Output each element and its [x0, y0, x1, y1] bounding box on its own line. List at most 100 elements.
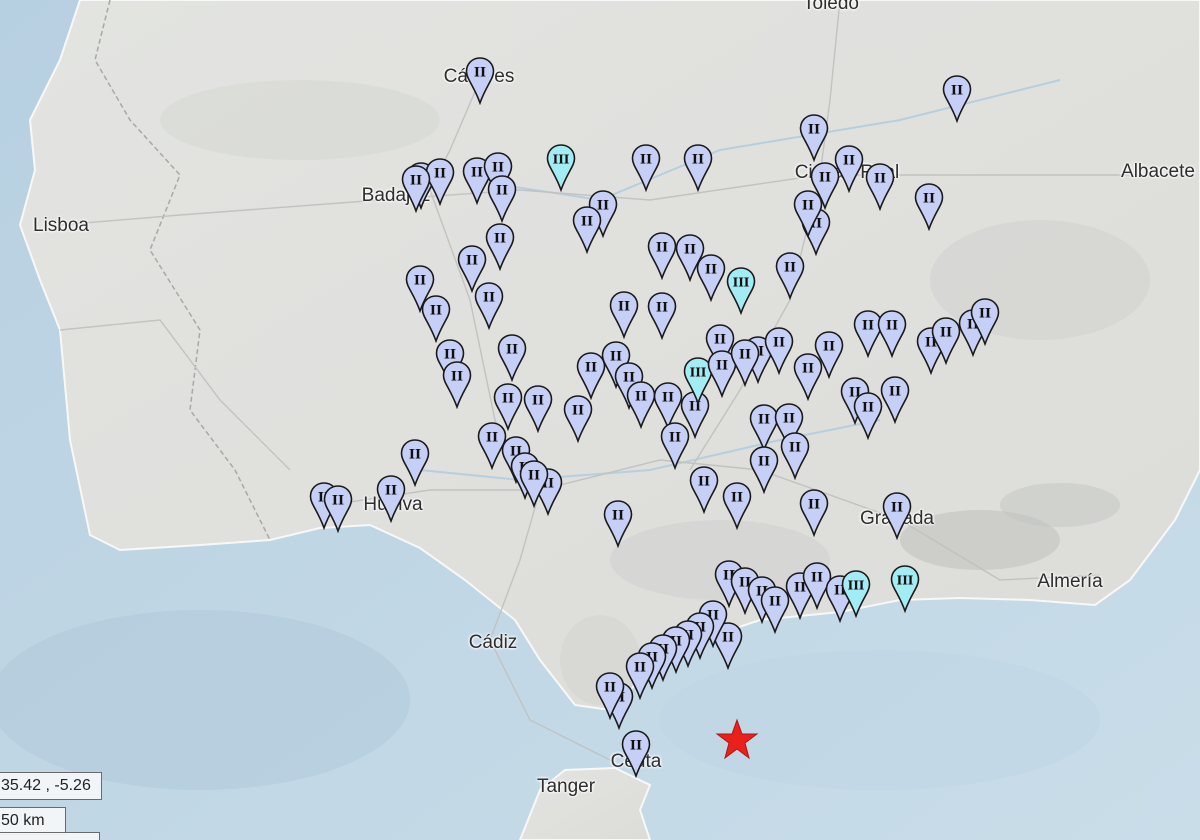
felt-report-marker-icon[interactable]: II [799, 489, 829, 537]
svg-text:II: II [572, 404, 584, 419]
felt-report-marker-icon[interactable]: II [647, 292, 677, 340]
city-label-albacete: Albacete [1121, 161, 1195, 182]
svg-text:II: II [640, 153, 652, 168]
felt-report-marker-icon[interactable]: II [519, 460, 549, 508]
felt-report-marker-icon[interactable]: II [485, 223, 515, 271]
felt-report-marker-icon[interactable]: II [660, 422, 690, 470]
svg-text:II: II [635, 390, 647, 405]
svg-text:III: III [848, 579, 865, 593]
felt-report-marker-icon[interactable]: II [442, 361, 472, 409]
scale-bar [0, 832, 100, 840]
svg-text:II: II [466, 254, 478, 269]
svg-text:II: II [669, 431, 681, 446]
felt-report-marker-icon[interactable]: II [487, 175, 517, 223]
felt-report-marker-icon[interactable]: II [683, 144, 713, 192]
felt-report-marker-icon[interactable]: II [696, 254, 726, 302]
svg-text:II: II [471, 166, 483, 181]
city-label-tanger: Tanger [536, 776, 596, 797]
felt-report-marker-icon[interactable]: II [914, 183, 944, 231]
epicenter-star-icon[interactable] [715, 718, 759, 762]
felt-report-marker-icon[interactable]: II [421, 295, 451, 343]
felt-report-marker-icon[interactable]: II [603, 500, 633, 548]
svg-text:II: II [808, 123, 820, 138]
svg-text:II: II [474, 66, 486, 81]
svg-text:II: II [789, 441, 801, 456]
svg-text:II: II [414, 274, 426, 289]
svg-text:II: II [862, 401, 874, 416]
macroseismic-map[interactable]: Toledo Cáceres Badajoz Lisboa Ciudad Rea… [0, 0, 1200, 840]
svg-text:II: II [409, 448, 421, 463]
felt-report-marker-icon[interactable]: II [474, 282, 504, 330]
felt-report-marker-icon[interactable]: II [775, 252, 805, 300]
svg-text:II: II [923, 192, 935, 207]
felt-report-marker-icon[interactable]: II [647, 232, 677, 280]
svg-text:III: III [690, 366, 707, 380]
felt-report-marker-icon[interactable]: II [563, 395, 593, 443]
svg-text:II: II [808, 498, 820, 513]
svg-text:II: II [604, 681, 616, 696]
svg-text:II: II [705, 263, 717, 278]
felt-report-marker-icon[interactable]: II [931, 317, 961, 365]
felt-report-marker-icon[interactable]: II [799, 114, 829, 162]
svg-text:II: II [581, 215, 593, 230]
svg-text:II: II [802, 362, 814, 377]
felt-report-marker-icon[interactable]: II [877, 310, 907, 358]
svg-text:II: II [506, 343, 518, 358]
felt-report-marker-icon[interactable]: II [626, 381, 656, 429]
felt-report-marker-icon[interactable]: II [572, 206, 602, 254]
svg-text:II: II [434, 167, 446, 182]
felt-report-marker-icon[interactable]: II [465, 57, 495, 105]
svg-text:II: II [862, 319, 874, 334]
felt-report-marker-icon[interactable]: II [764, 327, 794, 375]
svg-text:II: II [758, 413, 770, 428]
svg-text:II: II [698, 475, 710, 490]
svg-text:II: II [979, 307, 991, 322]
felt-report-marker-icon[interactable]: II [722, 482, 752, 530]
felt-report-marker-icon[interactable]: II [401, 165, 431, 213]
svg-text:II: II [784, 261, 796, 276]
felt-report-marker-icon[interactable]: II [853, 392, 883, 440]
felt-report-marker-icon[interactable]: II [609, 291, 639, 339]
felt-report-marker-icon[interactable]: III [841, 570, 871, 618]
felt-report-marker-icon[interactable]: II [780, 432, 810, 480]
felt-report-marker-icon[interactable]: II [631, 144, 661, 192]
svg-text:II: II [656, 241, 668, 256]
felt-report-marker-icon[interactable]: III [546, 144, 576, 192]
felt-report-marker-icon[interactable]: II [793, 190, 823, 238]
svg-text:II: II [823, 340, 835, 355]
felt-report-marker-icon[interactable]: II [730, 339, 760, 387]
svg-text:II: II [385, 484, 397, 499]
felt-report-marker-icon[interactable]: II [880, 376, 910, 424]
felt-report-marker-icon[interactable]: II [621, 730, 651, 778]
felt-report-marker-icon[interactable]: II [814, 331, 844, 379]
felt-report-marker-icon[interactable]: II [942, 75, 972, 123]
svg-text:II: II [492, 161, 504, 176]
felt-report-marker-icon[interactable]: II [376, 475, 406, 523]
svg-text:II: II [496, 184, 508, 199]
svg-text:II: II [618, 300, 630, 315]
svg-text:II: II [714, 333, 726, 348]
svg-text:II: II [739, 348, 751, 363]
felt-report-marker-icon[interactable]: II [882, 492, 912, 540]
svg-text:II: II [430, 304, 442, 319]
scale-bar-label: 50 km [0, 807, 66, 835]
felt-report-marker-icon[interactable]: III [726, 267, 756, 315]
felt-report-marker-icon[interactable]: II [523, 385, 553, 433]
felt-report-marker-icon[interactable]: II [689, 466, 719, 514]
felt-report-marker-icon[interactable]: II [595, 672, 625, 720]
svg-text:II: II [843, 154, 855, 169]
svg-text:II: II [656, 301, 668, 316]
svg-text:II: II [731, 491, 743, 506]
felt-report-marker-icon[interactable]: II [497, 334, 527, 382]
felt-report-marker-icon[interactable]: III [890, 565, 920, 613]
svg-text:II: II [940, 326, 952, 341]
svg-text:II: II [410, 174, 422, 189]
felt-report-marker-icon[interactable]: II [749, 446, 779, 494]
svg-text:II: II [951, 84, 963, 99]
svg-text:II: II [494, 232, 506, 247]
felt-report-marker-icon[interactable]: II [865, 163, 895, 211]
svg-text:II: II [802, 199, 814, 214]
felt-report-marker-icon[interactable]: II [970, 298, 1000, 346]
felt-report-marker-icon[interactable]: II [323, 485, 353, 533]
svg-text:II: II [502, 392, 514, 407]
